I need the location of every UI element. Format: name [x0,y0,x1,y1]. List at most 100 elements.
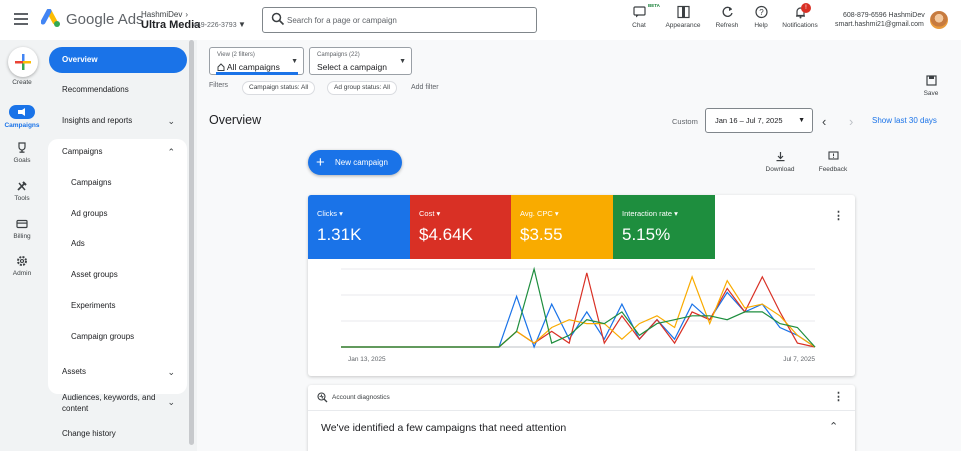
performance-card: Clicks ▾ 1.31K Cost ▾ $4.64K Avg. CPC ▾ … [308,195,855,376]
help-button[interactable]: ? Help [751,5,771,29]
metric-value: $3.55 [520,225,563,244]
metric-interaction-rate[interactable]: Interaction rate ▾ 5.15% [613,195,715,259]
nav-sub-experiments[interactable]: Experiments [49,293,187,319]
rail-admin-label: Admin [12,270,32,277]
more-options-icon[interactable]: ⋮ [833,390,844,403]
nav-scrollbar[interactable] [189,40,194,445]
account-dropdown-icon[interactable]: ▼ [238,20,246,29]
nav-recommendations[interactable]: Recommendations [49,77,187,103]
more-options-icon[interactable]: ⋮ [833,209,844,222]
campaign-select-dropdown[interactable]: Campaigns (22) Select a campaign ▼ [309,47,412,75]
appearance-label: Appearance [665,22,701,29]
account-owner[interactable]: HashmiDev › [141,10,188,19]
account-name[interactable]: Ultra Media [141,19,200,31]
menu-icon[interactable] [14,13,28,25]
view-filter-label: All campaigns [226,62,280,72]
chevron-up-icon[interactable]: ⌃ [829,420,838,433]
save-label: Save [923,90,939,97]
date-range-value: Jan 16 – Jul 7, 2025 [715,116,783,125]
chat-label: Chat [632,22,646,29]
help-icon: ? [754,5,768,19]
nav-campaigns-group[interactable]: Campaigns ⌃ [49,139,187,165]
nav-sub-asset-groups[interactable]: Asset groups [49,262,187,288]
metric-avg-cpc[interactable]: Avg. CPC ▾ $3.55 [511,195,613,259]
view-filter-dropdown[interactable]: View (2 filters) All campaigns ▼ [209,47,304,75]
campaigns-icon [9,105,35,119]
chart-series-line [341,272,816,348]
rail-campaigns[interactable]: Campaigns [0,105,44,129]
rail-billing-label: Billing [13,233,31,240]
rail-tools-label: Tools [14,195,30,202]
add-filter-button[interactable]: Add filter [411,84,439,91]
account-id: 449-226-3793 [193,22,237,29]
rail-tools[interactable]: Tools [0,180,44,202]
nav-sub-ads[interactable]: Ads [49,231,187,257]
tools-icon [17,181,27,191]
metric-label: Clicks ▾ [317,209,343,218]
date-custom-label: Custom [672,117,698,126]
metric-clicks[interactable]: Clicks ▾ 1.31K [308,195,410,259]
notifications-label: Notifications [782,22,818,29]
search-placeholder: Search for a page or campaign [287,16,397,25]
metric-label: Interaction rate ▾ [622,209,678,218]
left-rail: Create Campaigns Goals Tools Billing Adm… [0,40,44,451]
metric-value: $4.64K [419,225,473,244]
filter-chip-campaign-status[interactable]: Campaign status: All [242,81,316,95]
nav-insights[interactable]: Insights and reports ⌄ [49,108,187,134]
trophy-icon [18,142,26,153]
download-button[interactable]: Download [763,151,797,173]
nav-sub-ad-groups[interactable]: Ad groups [49,201,187,227]
filters-label: Filters [209,82,229,89]
avatar[interactable] [930,11,948,29]
new-campaign-label: New campaign [335,158,388,167]
notifications-button[interactable]: Notifications [779,5,821,29]
appearance-icon [676,5,690,19]
chevron-down-icon: ⌄ [167,397,175,407]
metric-cost[interactable]: Cost ▾ $4.64K [410,195,512,259]
rail-campaigns-label: Campaigns [4,122,40,129]
download-label: Download [765,166,795,173]
chart-series-line [341,291,816,349]
nav-assets-label: Assets [62,367,87,376]
feedback-label: Feedback [818,166,848,173]
rail-goals[interactable]: Goals [0,142,44,164]
nav-campaigns-group-label: Campaigns [62,147,103,156]
chat-button[interactable]: Chat [629,5,649,29]
view-filter-caption: View (2 filters) [217,52,255,58]
chevron-down-icon: ⌄ [167,367,175,377]
rail-billing[interactable]: Billing [0,218,44,240]
metric-value: 5.15% [622,225,671,244]
nav-sub-campaign-groups[interactable]: Campaign groups [49,324,187,350]
refresh-button[interactable]: Refresh [713,5,741,29]
date-range-picker[interactable]: Jan 16 – Jul 7, 2025 ▼ [705,108,813,133]
feedback-icon [827,151,839,160]
chevron-up-icon: ⌃ [167,147,175,157]
appearance-button[interactable]: Appearance [662,5,704,29]
billing-icon [16,219,28,229]
nav-audiences[interactable]: Audiences, keywords, and content ⌄ [49,389,175,417]
rail-admin[interactable]: Admin [0,255,44,277]
nav-sub-campaigns[interactable]: Campaigns [49,170,187,196]
google-ads-logo [41,9,60,27]
search-input[interactable]: Search for a page or campaign [262,7,537,33]
show-last-30-days-link[interactable]: Show last 30 days [872,116,937,125]
prev-period-icon[interactable]: ‹ [822,114,826,129]
nav-overview[interactable]: Overview [49,47,187,73]
help-label: Help [754,22,768,29]
create-button[interactable] [8,47,38,77]
nav-change-history[interactable]: Change history [49,421,187,447]
brand-title: Google Ads [66,11,144,28]
nav-assets[interactable]: Assets ⌄ [49,359,187,385]
diagnostics-header: Account diagnostics [332,394,390,401]
feedback-button[interactable]: Feedback [816,151,850,173]
next-period-icon[interactable]: › [849,114,853,129]
filter-chip-ad-group-status[interactable]: Ad group status: All [327,81,398,95]
chevron-down-icon: ⌄ [167,116,175,126]
save-button[interactable]: Save [919,75,943,97]
dropdown-caret-icon: ▼ [399,58,406,65]
new-campaign-button[interactable]: + New campaign [308,150,402,175]
active-indicator [216,72,298,75]
dropdown-caret-icon: ▼ [798,117,805,124]
diagnostics-message: We've identified a few campaigns that ne… [321,422,567,434]
top-header: Google Ads HashmiDev › Ultra Media 449-22… [0,0,961,40]
